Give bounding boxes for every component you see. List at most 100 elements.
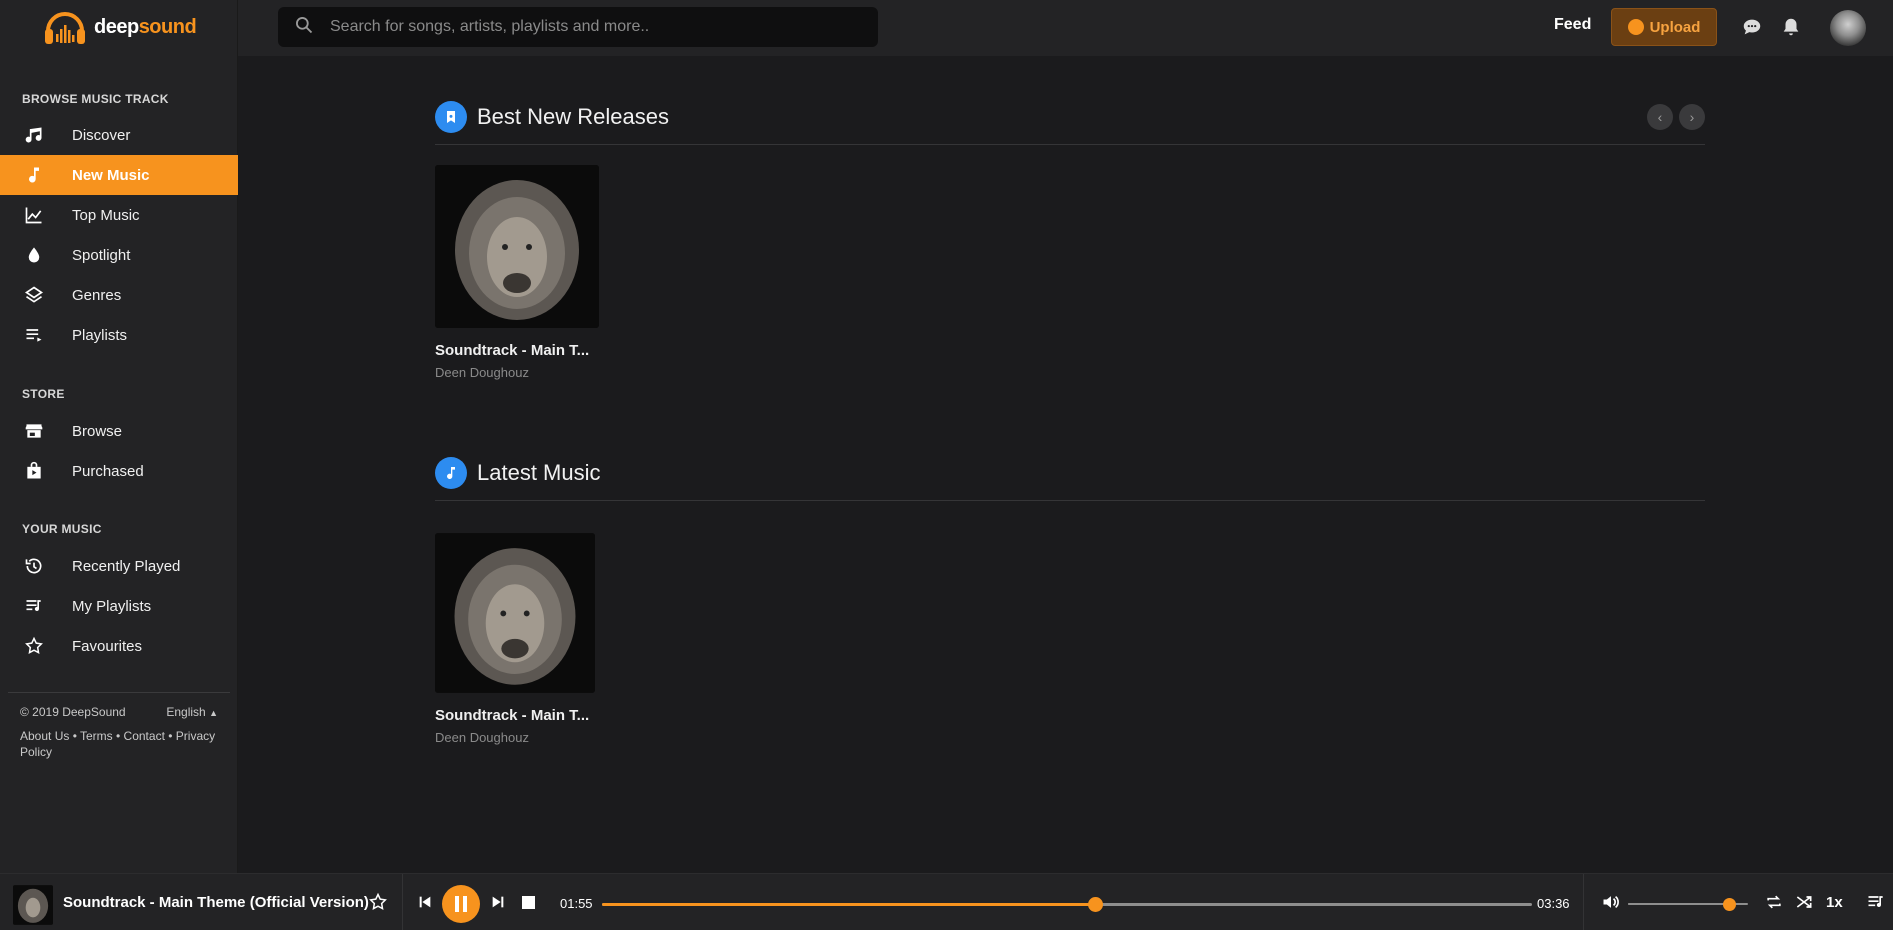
caret-up-icon: ▲ (209, 708, 218, 718)
messages-icon[interactable] (1741, 16, 1765, 40)
sidebar-item-purchased[interactable]: Purchased (0, 451, 238, 491)
pause-button[interactable] (442, 885, 480, 923)
lion-cover-image (435, 533, 595, 693)
user-avatar[interactable] (1830, 10, 1866, 46)
upload-music-icon (1627, 19, 1644, 35)
sidebar-item-favourites[interactable]: Favourites (0, 626, 238, 666)
store-icon (22, 419, 46, 443)
language-label: English (166, 705, 206, 719)
latest-music-header: Latest Music (435, 457, 601, 489)
audio-player: Soundtrack - Main Theme (Official Versio… (0, 873, 1893, 930)
sidebar-item-label: Browse (72, 422, 123, 440)
headphones-logo-icon (42, 4, 88, 50)
playlist-music-icon (22, 594, 46, 618)
single-note-icon (22, 163, 46, 187)
browse-section: BROWSE MUSIC TRACK Discover New Music To… (0, 89, 238, 355)
feed-link[interactable]: Feed (1554, 16, 1591, 34)
bookmark-music-icon (435, 101, 467, 133)
sidebar-item-playlists[interactable]: Playlists (0, 315, 238, 355)
total-duration: 03:36 (1537, 896, 1570, 911)
sidebar-item-label: Playlists (72, 326, 128, 344)
track-title[interactable]: Soundtrack - Main T... (435, 342, 599, 359)
brand-name-part1: deep (94, 15, 139, 38)
section-divider (435, 500, 1705, 501)
sidebar-item-label: Discover (72, 126, 131, 144)
store-section: STORE Browse Purchased (0, 384, 238, 491)
footer-links[interactable]: About Us • Terms • Contact • Privacy Pol… (20, 728, 218, 760)
sidebar-item-label: Favourites (72, 637, 143, 655)
drop-icon (22, 243, 46, 267)
upload-label: Upload (1649, 18, 1701, 36)
language-selector[interactable]: English ▲ (166, 705, 218, 725)
shopping-bag-play-icon (22, 459, 46, 483)
music-note-icon (435, 457, 467, 489)
shuffle-icon[interactable] (1792, 890, 1816, 914)
album-cover[interactable] (435, 533, 595, 693)
sidebar-item-new-music[interactable]: New Music (0, 155, 238, 195)
lion-cover-image (13, 885, 53, 925)
search-icon (294, 15, 314, 40)
brand-name: deepsound (94, 15, 197, 39)
sidebar-item-label: Top Music (72, 206, 140, 224)
elapsed-time: 01:55 (560, 896, 593, 911)
stop-icon[interactable] (516, 890, 540, 914)
album-cover[interactable] (435, 165, 599, 328)
player-divider (1583, 874, 1584, 930)
sidebar-item-discover[interactable]: Discover (0, 115, 238, 155)
sidebar-item-label: Spotlight (72, 246, 131, 264)
lion-cover-image (435, 165, 599, 328)
previous-track-icon[interactable] (413, 890, 437, 914)
sidebar-item-genres[interactable]: Genres (0, 275, 238, 315)
browse-heading: BROWSE MUSIC TRACK (22, 92, 169, 106)
track-artist[interactable]: Deen Doughouz (435, 365, 599, 380)
now-playing-thumbnail[interactable] (13, 885, 53, 925)
search-bar[interactable] (278, 7, 878, 47)
layers-icon (22, 283, 46, 307)
store-heading: STORE (22, 387, 65, 401)
sidebar-item-label: Genres (72, 286, 122, 304)
track-card[interactable]: Soundtrack - Main T... Deen Doughouz (435, 165, 599, 380)
track-artist[interactable]: Deen Doughouz (435, 730, 595, 745)
volume-icon[interactable] (1599, 890, 1623, 914)
playlist-icon (22, 323, 46, 347)
now-playing-title[interactable]: Soundtrack - Main Theme (Official Versio… (63, 894, 369, 911)
next-track-icon[interactable] (486, 890, 510, 914)
carousel-next-button[interactable]: › (1679, 104, 1705, 130)
sidebar-item-recently-played[interactable]: Recently Played (0, 546, 238, 586)
main-content: Best New Releases ‹ › Soundtrack - Main … (238, 56, 1893, 873)
star-outline-icon (22, 634, 46, 658)
playback-rate-button[interactable]: 1x (1826, 894, 1843, 911)
sidebar-item-browse[interactable]: Browse (0, 411, 238, 451)
sidebar-item-top-music[interactable]: Top Music (0, 195, 238, 235)
sidebar-item-my-playlists[interactable]: My Playlists (0, 586, 238, 626)
upload-button[interactable]: Upload (1611, 8, 1717, 46)
your-music-section: YOUR MUSIC Recently Played My Playlists … (0, 519, 238, 666)
music-note-icon (22, 123, 46, 147)
sidebar-item-spotlight[interactable]: Spotlight (0, 235, 238, 275)
track-title[interactable]: Soundtrack - Main T... (435, 707, 595, 724)
volume-level (1628, 903, 1729, 905)
search-input[interactable] (330, 18, 850, 36)
carousel-nav: ‹ › (1647, 104, 1705, 130)
volume-slider[interactable] (1628, 898, 1748, 911)
best-new-releases-header: Best New Releases (435, 101, 669, 133)
sidebar-item-label: New Music (72, 166, 150, 184)
volume-handle[interactable] (1722, 898, 1736, 911)
line-chart-icon (22, 203, 46, 227)
carousel-prev-button[interactable]: ‹ (1647, 104, 1673, 130)
copyright-text: © 2019 DeepSound (20, 705, 126, 719)
sidebar: deepsound BROWSE MUSIC TRACK Discover Ne… (0, 0, 238, 873)
your-music-heading: YOUR MUSIC (22, 522, 102, 536)
track-card[interactable]: Soundtrack - Main T... Deen Doughouz (435, 533, 595, 745)
favorite-star-icon[interactable] (366, 890, 390, 914)
seek-handle[interactable] (1087, 897, 1103, 912)
section-divider (435, 144, 1705, 145)
section-title: Best New Releases (477, 104, 669, 129)
seek-bar[interactable] (602, 897, 1532, 912)
brand-logo[interactable]: deepsound (42, 4, 197, 50)
pause-icon (455, 896, 467, 912)
notifications-bell-icon[interactable] (1780, 16, 1804, 40)
queue-icon[interactable] (1864, 890, 1888, 914)
repeat-icon[interactable] (1762, 890, 1786, 914)
sidebar-item-label: Recently Played (72, 557, 181, 575)
